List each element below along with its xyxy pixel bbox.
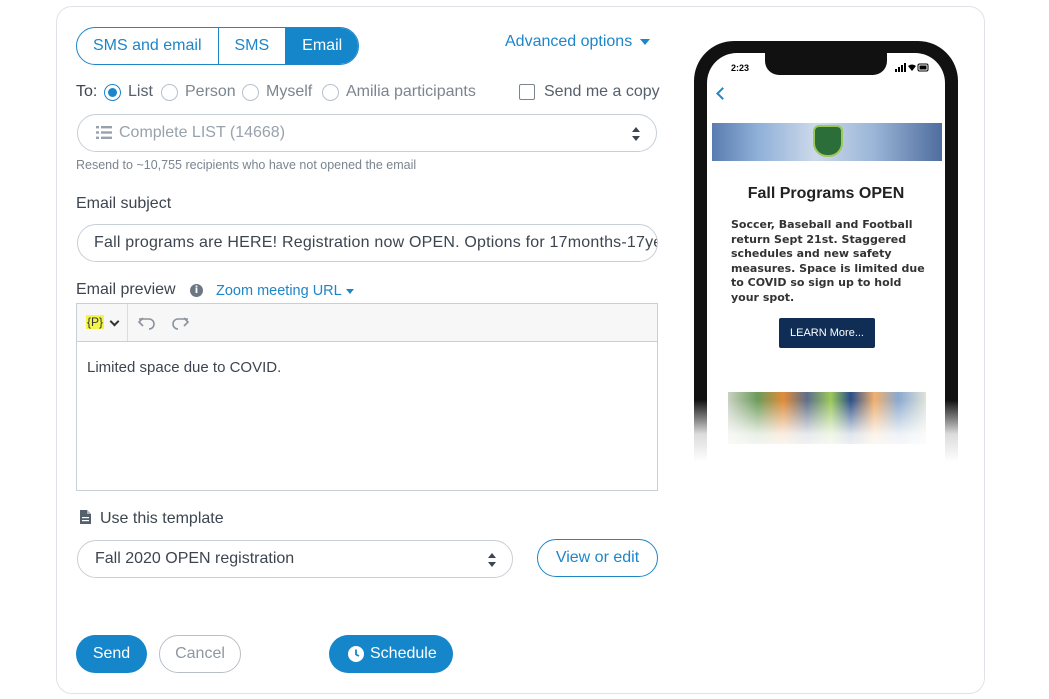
phone-email-title: Fall Programs OPEN	[747, 185, 905, 202]
checkbox-icon	[519, 84, 535, 100]
zoom-meeting-url-dropdown[interactable]: Zoom meeting URL	[216, 283, 354, 299]
select-arrows-icon	[632, 127, 640, 141]
radio-dot-icon	[161, 83, 178, 101]
caret-down-icon	[345, 288, 354, 294]
redo-icon[interactable]	[170, 314, 190, 332]
email-subject-input[interactable]: Fall programs are HERE! Registration now…	[77, 224, 658, 262]
status-time: 2:23	[731, 63, 750, 73]
caret-down-icon	[640, 38, 651, 45]
editor-body-text: Limited space due to COVID.	[87, 359, 282, 376]
learn-more-button[interactable]: LEARN More...	[779, 318, 875, 348]
recipient-list-select[interactable]: Complete LIST (14668)	[77, 114, 657, 152]
zoom-meeting-url-label: Zoom meeting URL	[216, 283, 342, 299]
select-arrows-icon	[488, 553, 496, 567]
radio-amilia-participants[interactable]: Amilia participants	[322, 83, 476, 101]
phone-fade-overlay	[680, 400, 980, 462]
phone-notch	[765, 53, 887, 75]
radio-person[interactable]: Person	[161, 83, 236, 101]
info-icon[interactable]: i	[190, 284, 203, 297]
chevron-down-icon	[109, 316, 120, 327]
radio-dot-icon	[322, 83, 339, 101]
back-chevron-icon[interactable]	[716, 87, 729, 100]
editor-toolbar: {P}	[77, 304, 657, 342]
phone-email-body: Soccer, Baseball and Football return Sep…	[731, 218, 925, 304]
tab-sms-and-email[interactable]: SMS and email	[77, 28, 219, 64]
template-select[interactable]: Fall 2020 OPEN registration	[77, 540, 513, 578]
status-icons	[895, 63, 929, 72]
channel-switch: SMS and email SMS Email	[76, 27, 360, 65]
view-or-edit-button[interactable]: View or edit	[537, 539, 658, 577]
clock-icon	[348, 646, 364, 662]
radio-myself-label: Myself	[266, 83, 313, 100]
tab-sms[interactable]: SMS	[219, 28, 287, 64]
radio-list[interactable]: List	[104, 83, 153, 101]
radio-list-label: List	[128, 83, 153, 100]
to-label: To:	[76, 83, 98, 100]
radio-myself[interactable]: Myself	[242, 83, 312, 101]
send-me-copy-label: Send me a copy	[544, 83, 660, 100]
advanced-options-toggle[interactable]: Advanced options	[505, 33, 651, 51]
cancel-button[interactable]: Cancel	[159, 635, 241, 673]
use-template-label: Use this template	[100, 510, 224, 527]
recipient-list-value: Complete LIST (14668)	[119, 124, 286, 141]
tab-email[interactable]: Email	[286, 28, 359, 64]
send-me-copy-checkbox[interactable]: Send me a copy	[519, 83, 660, 101]
email-banner-image	[712, 123, 942, 161]
email-preview-label: Email preview	[76, 281, 176, 298]
placeholder-tag: {P}	[86, 315, 105, 329]
radio-person-label: Person	[185, 83, 236, 100]
sports-logo-badge	[813, 125, 843, 157]
resend-hint: Resend to ~10,755 recipients who have no…	[76, 158, 417, 172]
email-preview-editor: {P} Limited space due to COVID.	[76, 303, 658, 491]
undo-icon[interactable]	[137, 314, 157, 332]
editor-content[interactable]: Limited space due to COVID.	[77, 342, 657, 393]
phone-preview: 2:23 Fall Programs OPEN Soccer, Baseball…	[694, 41, 958, 461]
radio-dot-icon	[104, 83, 121, 101]
template-select-value: Fall 2020 OPEN registration	[95, 550, 295, 567]
radio-amilia-label: Amilia participants	[346, 83, 476, 100]
placeholder-insert-dropdown[interactable]: {P}	[77, 304, 128, 341]
radio-dot-icon	[242, 83, 259, 101]
send-button[interactable]: Send	[76, 635, 147, 673]
list-icon	[96, 126, 112, 139]
schedule-label: Schedule	[370, 645, 437, 662]
document-icon	[80, 510, 91, 524]
advanced-options-label: Advanced options	[505, 33, 633, 50]
recipient-type-row: To: List Person Myself Amilia participan…	[76, 83, 496, 103]
schedule-button[interactable]: Schedule	[329, 635, 453, 673]
email-subject-label: Email subject	[76, 195, 172, 212]
